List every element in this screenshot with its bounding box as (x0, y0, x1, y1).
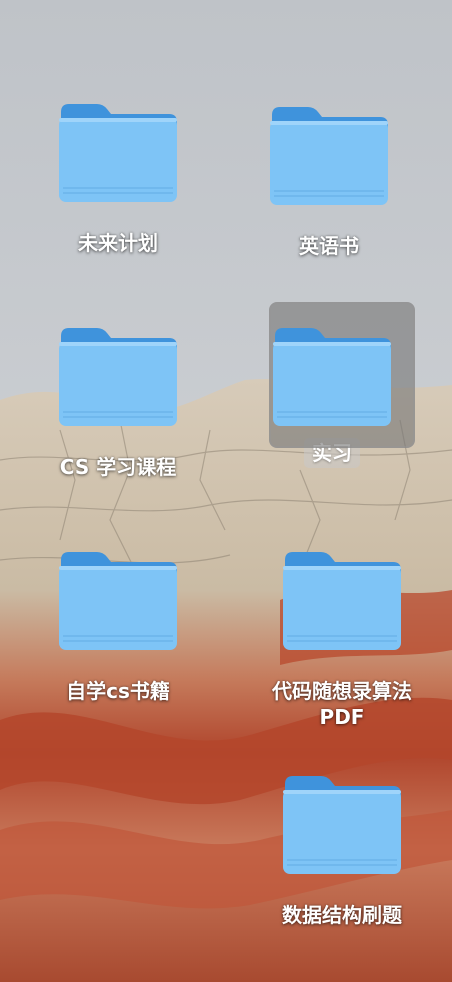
folder-icon (59, 328, 177, 426)
folder-icon (270, 107, 388, 205)
folder-icon (273, 328, 391, 426)
folder-item[interactable]: 英语书 (234, 103, 424, 273)
folder-label: 未来计划 (78, 231, 158, 255)
folder-label: 数据结构刷题 (282, 903, 402, 927)
folder-item[interactable]: 未来计划 (23, 100, 213, 270)
desktop: 未来计划 英语书 CS 学习课程 实习 自学cs书籍 代码随想录算法 PDF 数… (0, 0, 452, 982)
folder-icon (59, 104, 177, 202)
folder-label: 代码随想录算法 PDF (272, 679, 412, 729)
folder-icon (283, 776, 401, 874)
folder-icon (283, 552, 401, 650)
folder-label: 英语书 (299, 234, 359, 258)
folder-label: CS 学习课程 (59, 455, 177, 479)
folder-item[interactable]: CS 学习课程 (23, 324, 213, 494)
folder-item[interactable]: 自学cs书籍 (23, 548, 213, 718)
folder-item-selected[interactable]: 实习 (237, 302, 427, 478)
folder-item[interactable]: 数据结构刷题 (247, 772, 437, 942)
folder-item[interactable]: 代码随想录算法 PDF (247, 548, 437, 729)
folder-icon (59, 552, 177, 650)
folder-label: 自学cs书籍 (66, 679, 170, 703)
